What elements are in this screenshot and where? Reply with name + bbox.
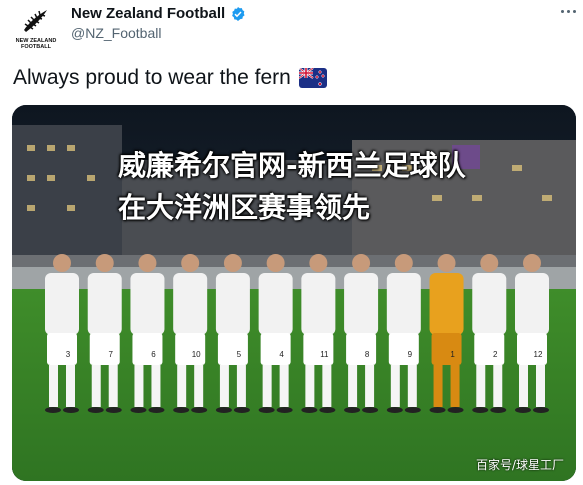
flag-new-zealand-icon (298, 68, 327, 88)
handle[interactable]: @NZ_Football (71, 25, 161, 41)
jersey-number: 10 (192, 350, 201, 359)
tweet-text: Always proud to wear the fern (13, 66, 291, 89)
tweet-header: NEW ZEALAND FOOTBALL New Zealand Footbal… (0, 0, 583, 56)
tweet-text-row: Always proud to wear the fern (13, 66, 327, 90)
jersey-number: 8 (365, 350, 370, 359)
jersey-number: 3 (66, 350, 71, 359)
jersey-number: 4 (279, 350, 284, 359)
overlay-title: 威廉希尔官网-新西兰足球队在大洋洲区赛事领先 (118, 149, 466, 224)
name-row: New Zealand Football (71, 5, 246, 22)
jersey-number: 5 (237, 350, 242, 359)
logo-text-bottom: FOOTBALL (21, 44, 52, 50)
jersey-number: 11 (320, 350, 329, 359)
verified-icon (232, 6, 245, 21)
display-name[interactable]: New Zealand Football (71, 5, 225, 22)
watermark: 百家号/球星工厂 (475, 458, 564, 472)
jersey-number: 1 (450, 350, 455, 359)
jersey-number: 7 (109, 350, 114, 359)
jersey-number: 9 (408, 350, 413, 359)
tweet-photo[interactable]: 3 7 6 10 5 4 11 8 9 1 2 12 威廉希尔官网-新西兰足球队在大洋洲区赛事领先 百… (12, 105, 576, 481)
avatar[interactable]: NEW ZEALAND FOOTBALL (14, 6, 58, 50)
jersey-number: 6 (151, 350, 156, 359)
jersey-number: 2 (493, 350, 498, 359)
jersey-number: 12 (534, 350, 543, 359)
more-icon[interactable] (558, 5, 578, 17)
